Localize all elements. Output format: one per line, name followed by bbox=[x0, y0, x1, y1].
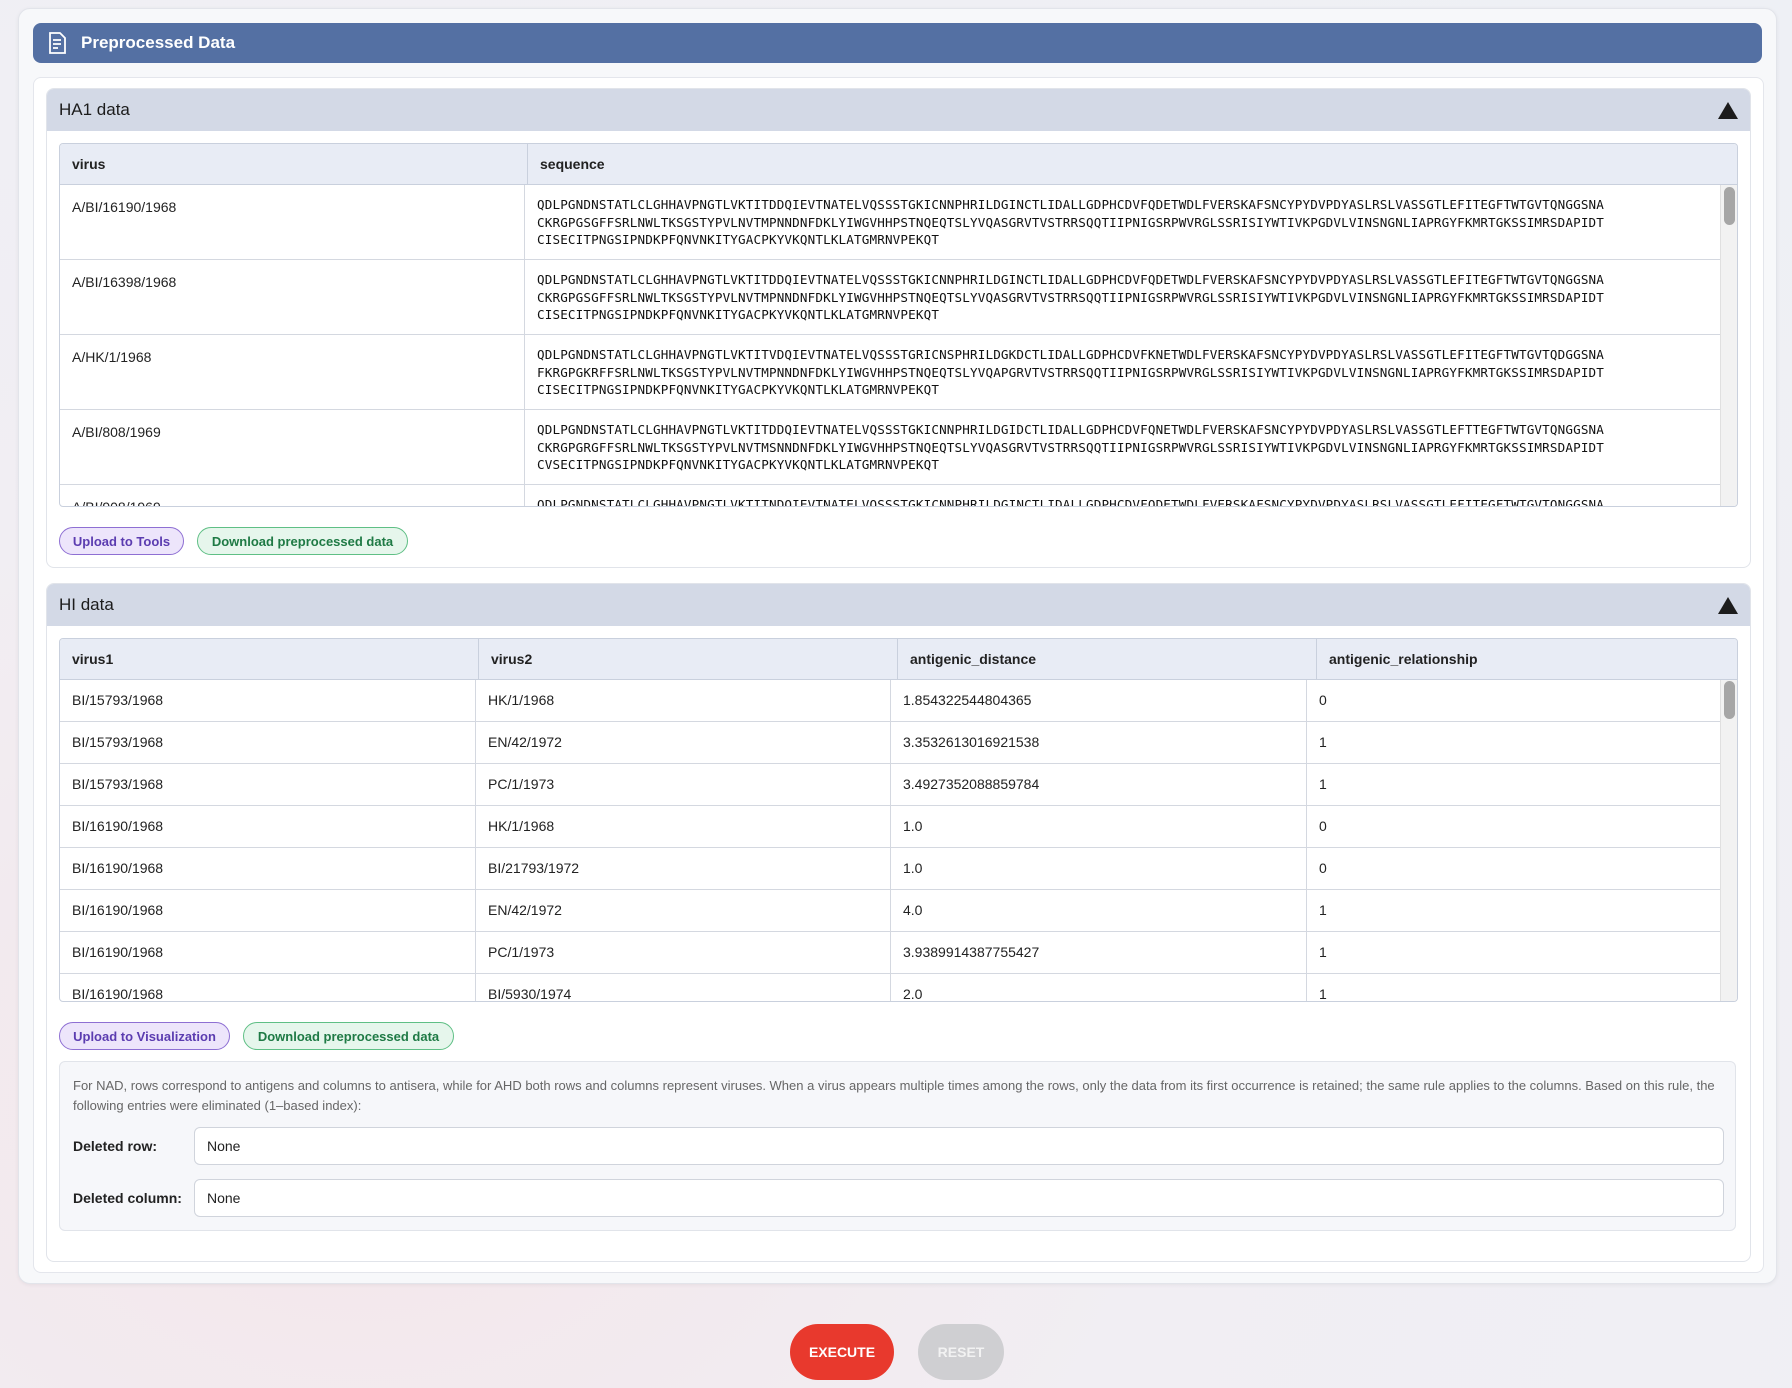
panel-header: Preprocessed Data bbox=[33, 23, 1762, 63]
ha1-cell-sequence: QDLPGNDNSTATLCLGHHAVPNGTLVKTITDDQIEVTNAT… bbox=[537, 272, 1605, 322]
ha1-section: HA1 data virus sequence A/BI/16190/1968 … bbox=[46, 88, 1751, 568]
elimination-info-box: For NAD, rows correspond to antigens and… bbox=[59, 1061, 1736, 1231]
ha1-cell-virus: A/BI/908/1969 bbox=[60, 485, 525, 506]
hi-cell-relationship: 1 bbox=[1319, 776, 1327, 792]
table-row: BI/16190/1968 BI/21793/1972 1.0 0 bbox=[60, 848, 1737, 890]
ha1-scrollbar-thumb[interactable] bbox=[1724, 187, 1735, 225]
deleted-column-label: Deleted column: bbox=[73, 1190, 182, 1206]
table-row: BI/16190/1968 BI/5930/1974 2.0 1 bbox=[60, 974, 1737, 1001]
hi-col-virus1[interactable]: virus1 bbox=[60, 639, 479, 679]
elimination-note: For NAD, rows correspond to antigens and… bbox=[73, 1078, 1715, 1113]
collapse-triangle-icon[interactable] bbox=[1718, 101, 1738, 119]
ha1-cell-sequence: QDLPGNDNSTATLCLGHHAVPNGTLVKTITNDQIEVTNAT… bbox=[537, 497, 1605, 506]
deleted-row-label: Deleted row: bbox=[73, 1138, 158, 1154]
ha1-table-body[interactable]: A/BI/16190/1968 QDLPGNDNSTATLCLGHHAVPNGT… bbox=[60, 185, 1737, 506]
hi-cell-virus1: BI/15793/1968 bbox=[60, 722, 476, 763]
hi-cell-relationship: 1 bbox=[1319, 902, 1327, 918]
hi-table-header: virus1 virus2 antigenic_distance antigen… bbox=[60, 639, 1737, 680]
hi-cell-relationship: 1 bbox=[1319, 734, 1327, 750]
hi-cell-virus1: BI/16190/1968 bbox=[60, 848, 476, 889]
hi-cell-virus1: BI/16190/1968 bbox=[60, 890, 476, 931]
table-row: BI/15793/1968 PC/1/1973 3.49273520888597… bbox=[60, 764, 1737, 806]
hi-cell-relationship: 1 bbox=[1319, 986, 1327, 1001]
upload-to-tools-button[interactable]: Upload to Tools bbox=[59, 527, 184, 555]
table-row: A/BI/16398/1968 QDLPGNDNSTATLCLGHHAVPNGT… bbox=[60, 260, 1737, 335]
table-row: A/BI/16190/1968 QDLPGNDNSTATLCLGHHAVPNGT… bbox=[60, 185, 1737, 260]
hi-cell-virus2: PC/1/1973 bbox=[476, 932, 891, 973]
ha1-cell-virus: A/BI/16190/1968 bbox=[60, 185, 525, 259]
hi-cell-distance: 3.4927352088859784 bbox=[891, 764, 1307, 805]
table-row: A/HK/1/1968 QDLPGNDNSTATLCLGHHAVPNGTLVKT… bbox=[60, 335, 1737, 410]
preprocessed-data-panel: Preprocessed Data HA1 data virus sequenc… bbox=[18, 8, 1777, 1284]
hi-cell-virus2: HK/1/1968 bbox=[476, 680, 891, 721]
hi-section-header[interactable]: HI data bbox=[47, 584, 1750, 626]
table-row: BI/15793/1968 EN/42/1972 3.3532613016921… bbox=[60, 722, 1737, 764]
panel-title: Preprocessed Data bbox=[81, 33, 236, 52]
hi-cell-distance: 3.3532613016921538 bbox=[891, 722, 1307, 763]
deleted-column-field[interactable]: None bbox=[194, 1179, 1724, 1217]
ha1-table-header: virus sequence bbox=[60, 144, 1737, 185]
hi-table-body[interactable]: BI/15793/1968 HK/1/1968 1.85432254480436… bbox=[60, 680, 1737, 1001]
hi-cell-relationship: 0 bbox=[1319, 818, 1327, 834]
hi-cell-distance: 1.0 bbox=[891, 806, 1307, 847]
ha1-cell-virus: A/BI/16398/1968 bbox=[60, 260, 525, 334]
hi-cell-distance: 2.0 bbox=[891, 974, 1307, 1001]
hi-cell-virus1: BI/16190/1968 bbox=[60, 932, 476, 973]
ha1-col-virus[interactable]: virus bbox=[60, 144, 528, 184]
table-row: A/BI/808/1969 QDLPGNDNSTATLCLGHHAVPNGTLV… bbox=[60, 410, 1737, 485]
hi-col-virus2[interactable]: virus2 bbox=[479, 639, 898, 679]
hi-scrollbar-thumb[interactable] bbox=[1724, 681, 1735, 719]
hi-cell-virus2: BI/21793/1972 bbox=[476, 848, 891, 889]
ha1-cell-sequence: QDLPGNDNSTATLCLGHHAVPNGTLVKTITDDQIEVTNAT… bbox=[537, 197, 1605, 247]
hi-cell-virus2: EN/42/1972 bbox=[476, 722, 891, 763]
collapse-triangle-icon[interactable] bbox=[1718, 596, 1738, 614]
hi-cell-virus2: EN/42/1972 bbox=[476, 890, 891, 931]
hi-cell-virus2: PC/1/1973 bbox=[476, 764, 891, 805]
hi-col-antigenic-relationship[interactable]: antigenic_relationship bbox=[1317, 639, 1737, 679]
hi-cell-distance: 1.854322544804365 bbox=[891, 680, 1307, 721]
hi-scrollbar[interactable] bbox=[1720, 680, 1737, 1001]
hi-cell-virus1: BI/16190/1968 bbox=[60, 974, 476, 1001]
ha1-cell-virus: A/HK/1/1968 bbox=[60, 335, 525, 409]
table-row: BI/16190/1968 EN/42/1972 4.0 1 bbox=[60, 890, 1737, 932]
ha1-section-title: HA1 data bbox=[59, 100, 130, 119]
hi-cell-relationship: 0 bbox=[1319, 860, 1327, 876]
hi-cell-virus2: BI/5930/1974 bbox=[476, 974, 891, 1001]
hi-section: HI data virus1 virus2 antigenic_distance… bbox=[46, 583, 1751, 1262]
hi-cell-relationship: 0 bbox=[1319, 692, 1327, 708]
hi-cell-distance: 4.0 bbox=[891, 890, 1307, 931]
hi-cell-relationship: 1 bbox=[1319, 944, 1327, 960]
download-ha1-button[interactable]: Download preprocessed data bbox=[197, 527, 408, 555]
upload-to-visualization-button[interactable]: Upload to Visualization bbox=[59, 1022, 230, 1050]
ha1-cell-sequence: QDLPGNDNSTATLCLGHHAVPNGTLVKTITDDQIEVTNAT… bbox=[537, 422, 1605, 472]
ha1-scrollbar[interactable] bbox=[1720, 185, 1737, 506]
table-row: A/BI/908/1969 QDLPGNDNSTATLCLGHHAVPNGTLV… bbox=[60, 485, 1737, 506]
document-icon bbox=[47, 32, 67, 54]
deleted-row-field[interactable]: None bbox=[194, 1127, 1724, 1165]
hi-col-antigenic-distance[interactable]: antigenic_distance bbox=[898, 639, 1317, 679]
hi-cell-virus1: BI/16190/1968 bbox=[60, 806, 476, 847]
hi-cell-distance: 3.9389914387755427 bbox=[891, 932, 1307, 973]
hi-section-title: HI data bbox=[59, 595, 114, 614]
hi-cell-distance: 1.0 bbox=[891, 848, 1307, 889]
panel-body: HA1 data virus sequence A/BI/16190/1968 … bbox=[33, 77, 1764, 1273]
hi-cell-virus1: BI/15793/1968 bbox=[60, 680, 476, 721]
ha1-section-header[interactable]: HA1 data bbox=[47, 89, 1750, 131]
table-row: BI/16190/1968 PC/1/1973 3.93899143877554… bbox=[60, 932, 1737, 974]
download-hi-button[interactable]: Download preprocessed data bbox=[243, 1022, 454, 1050]
hi-table: virus1 virus2 antigenic_distance antigen… bbox=[59, 638, 1738, 1002]
ha1-table: virus sequence A/BI/16190/1968 QDLPGNDNS… bbox=[59, 143, 1738, 507]
table-row: BI/16190/1968 HK/1/1968 1.0 0 bbox=[60, 806, 1737, 848]
ha1-col-sequence[interactable]: sequence bbox=[528, 144, 1737, 184]
table-row: BI/15793/1968 HK/1/1968 1.85432254480436… bbox=[60, 680, 1737, 722]
ha1-cell-virus: A/BI/808/1969 bbox=[60, 410, 525, 484]
ha1-cell-sequence: QDLPGNDNSTATLCLGHHAVPNGTLVKTITVDQIEVTNAT… bbox=[537, 347, 1605, 397]
reset-button[interactable]: RESET bbox=[918, 1324, 1004, 1380]
hi-cell-virus1: BI/15793/1968 bbox=[60, 764, 476, 805]
hi-cell-virus2: HK/1/1968 bbox=[476, 806, 891, 847]
execute-button[interactable]: EXECUTE bbox=[790, 1324, 894, 1380]
